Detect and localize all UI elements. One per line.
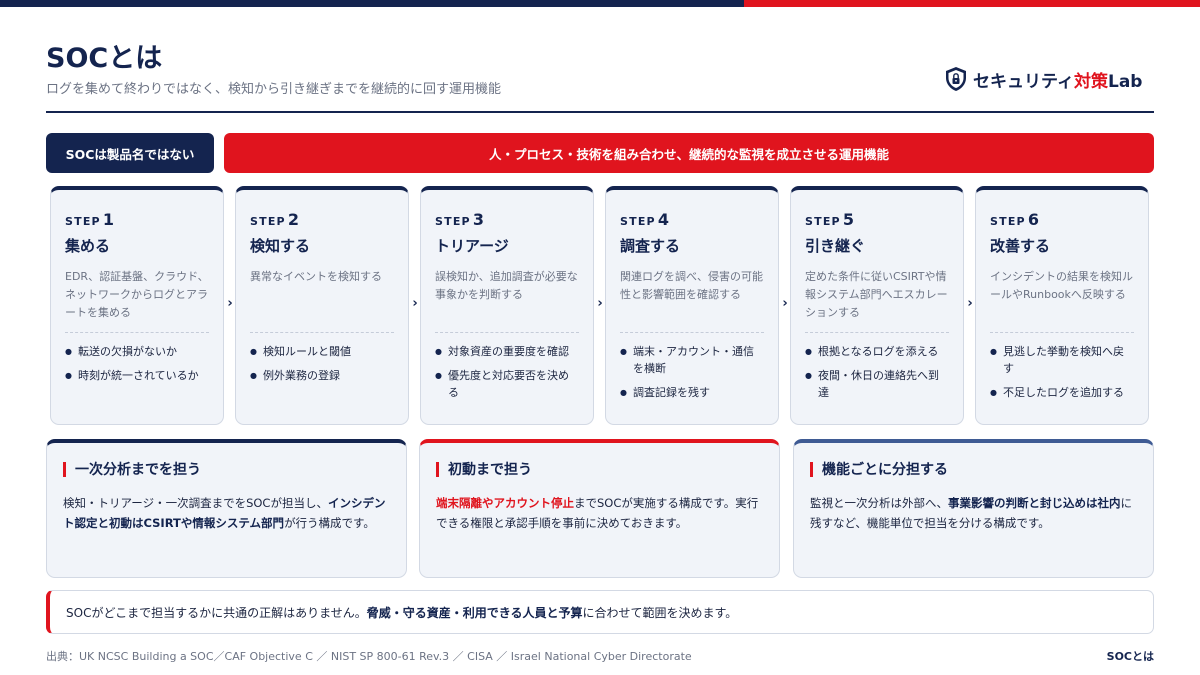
- top-accent-bar: [0, 0, 1200, 7]
- source-citation: 出典：UK NCSC Building a SOC／CAF Objective …: [46, 650, 692, 663]
- step-description: 定めた条件に従いCSIRTや情報システム部門へエスカレーションする: [805, 270, 948, 319]
- step-label: STEP 3: [435, 210, 484, 229]
- title-marker: [63, 461, 66, 477]
- step-name: 集める: [65, 237, 111, 255]
- step-card: STEP6改善するインシデントの結果を検知ルールやRunbookへ反映する見逃し…: [975, 186, 1149, 425]
- step-description: 異常なイベントを検知する: [250, 270, 382, 283]
- process-steps: STEP 1 集める EDR、認証基盤、クラウド、ネットワークからログとアラートを集め…: [50, 186, 1150, 426]
- brand-name: セキュリティ対策Lab: [973, 71, 1143, 92]
- step-card: STEP 5 引き継ぐ定めた条件に従いCSIRTや情報システム部門へエスカレーション…: [790, 186, 964, 425]
- step-name: 検知する: [250, 237, 311, 255]
- card-title: 一次分析までを担う: [63, 459, 390, 479]
- responsibility-patterns: 一次分析までを担う 検知・トリアージ・一次調査までをSOCが担当し、インシデント…: [46, 439, 1154, 579]
- checkpoint-item: 根拠となるログを添える: [805, 343, 949, 360]
- shield-lock-icon: [946, 67, 966, 91]
- step-card: STEP4調査する関連ログを調べ、侵害の可能性と影響範囲を確認する端末・アカウン…: [605, 186, 779, 425]
- page-title: SOCとは: [46, 43, 163, 74]
- brand-logo: セキュリティ対策Lab: [945, 66, 1142, 92]
- dashed-divider: [620, 332, 764, 333]
- checkpoint-item: 夜間・休日の連絡先へ到達: [805, 367, 949, 401]
- dashed-divider: [990, 332, 1134, 333]
- step-card: STEP2 検知する異常なイベントを検知する検知ルールと閾値例外業務の登録: [235, 186, 409, 425]
- checkpoint-item: 対象資産の重要度を確認: [435, 343, 579, 360]
- header-divider: [46, 111, 1154, 113]
- title-marker: [810, 461, 813, 477]
- step-label: STEP 4: [620, 210, 669, 229]
- checkpoint-item: 不足したログを追加する: [990, 384, 1134, 401]
- step-label: STEP 1: [65, 210, 114, 229]
- card-body: 検知・トリアージ・一次調査までをSOCが担当し、インシデント認定と初動はCSIR…: [63, 496, 386, 530]
- page-subtitle: ログを集めて終わりではなく、検知から引き継ぎまでを継続的に回す運用機能: [46, 82, 502, 97]
- pattern-card-initial-response: 初動まで担う 端末隔離やアカウント停止までSOCが実施する構成です。実行できる権…: [419, 439, 780, 578]
- top-accent-red: [744, 0, 1200, 7]
- top-accent-navy: [0, 0, 744, 7]
- step-name: 改善する: [990, 237, 1051, 255]
- step-checkpoints: 検知ルールと閾値例外業務の登録: [250, 343, 394, 384]
- banner-definition: 人・プロセス・技術を組み合わせ、継続的な監視を成立させる運用機能: [224, 133, 1154, 173]
- step-checkpoints: 対象資産の重要度を確認優先度と対応要否を決める: [435, 343, 579, 401]
- checkpoint-item: 例外業務の登録: [250, 367, 394, 384]
- step-label: STEP 5: [805, 210, 854, 229]
- card-title: 機能ごとに分担する: [810, 459, 1137, 479]
- title-marker: [436, 461, 439, 477]
- step-label: STEP 2: [250, 210, 299, 229]
- step-description: インシデントの結果を検知ルールやRunbookへ反映する: [990, 270, 1133, 301]
- checkpoint-item: 検知ルールと閾値: [250, 343, 394, 360]
- step-checkpoints: 転送の欠損がないか時刻が統一されているか: [65, 343, 209, 384]
- step-checkpoints: 端末・アカウント・通信を横断調査記録を残す: [620, 343, 764, 401]
- step-card: STEP 1 集める EDR、認証基盤、クラウド、ネットワークからログとアラートを集め…: [50, 186, 224, 425]
- dashed-divider: [65, 332, 209, 333]
- card-body: 監視と一次分析は外部へ、事業影響の判断と封じ込めは社内に残すなど、機能単位で担当…: [810, 496, 1132, 530]
- checkpoint-item: 時刻が統一されているか: [65, 367, 209, 384]
- step-card: STEP3 トリアージ誤検知か、追加調査が必要な事象かを判断する対象資産の重要度を…: [420, 186, 594, 425]
- checkpoint-item: 転送の欠損がないか: [65, 343, 209, 360]
- pattern-card-first-analysis: 一次分析までを担う 検知・トリアージ・一次調査までをSOCが担当し、インシデント…: [46, 439, 407, 578]
- banner-label: SOCは製品名ではない: [46, 133, 214, 173]
- card-body: 端末隔離やアカウント停止までSOCが実施する構成です。実行できる権限と承認手順を…: [436, 496, 759, 530]
- step-checkpoints: 見逃した挙動を検知へ戻す不足したログを追加する: [990, 343, 1134, 401]
- step-description: 誤検知か、追加調査が必要な事象かを判断する: [435, 270, 578, 301]
- step-label: STEP 6: [990, 210, 1039, 229]
- step-name: 引き継ぐ: [805, 237, 866, 255]
- scope-note: SOCがどこまで担当するかに共通の正解はありません。 脅威・守る資産・利用できる人…: [46, 590, 1154, 634]
- checkpoint-item: 調査記録を残す: [620, 384, 764, 401]
- checkpoint-item: 見逃した挙動を検知へ戻す: [990, 343, 1134, 377]
- dashed-divider: [435, 332, 579, 333]
- step-description: 関連ログを調べ、侵害の可能性と影響範囲を確認する: [620, 270, 763, 301]
- dashed-divider: [805, 332, 949, 333]
- checkpoint-item: 端末・アカウント・通信を横断: [620, 343, 764, 377]
- step-name: トリアージ: [435, 237, 509, 255]
- step-checkpoints: 根拠となるログを添える夜間・休日の連絡先へ到達: [805, 343, 949, 401]
- dashed-divider: [250, 332, 394, 333]
- checkpoint-item: 優先度と対応要否を決める: [435, 367, 579, 401]
- step-description: EDR、認証基盤、クラウド、ネットワークからログとアラートを集める: [65, 270, 209, 319]
- card-title: 初動まで担う: [436, 459, 763, 479]
- pattern-card-split-by-function: 機能ごとに分担する 監視と一次分析は外部へ、事業影響の判断と封じ込めは社内に残す…: [793, 439, 1154, 578]
- step-name: 調査する: [620, 237, 681, 255]
- page-tag: SOCとは: [1106, 650, 1154, 663]
